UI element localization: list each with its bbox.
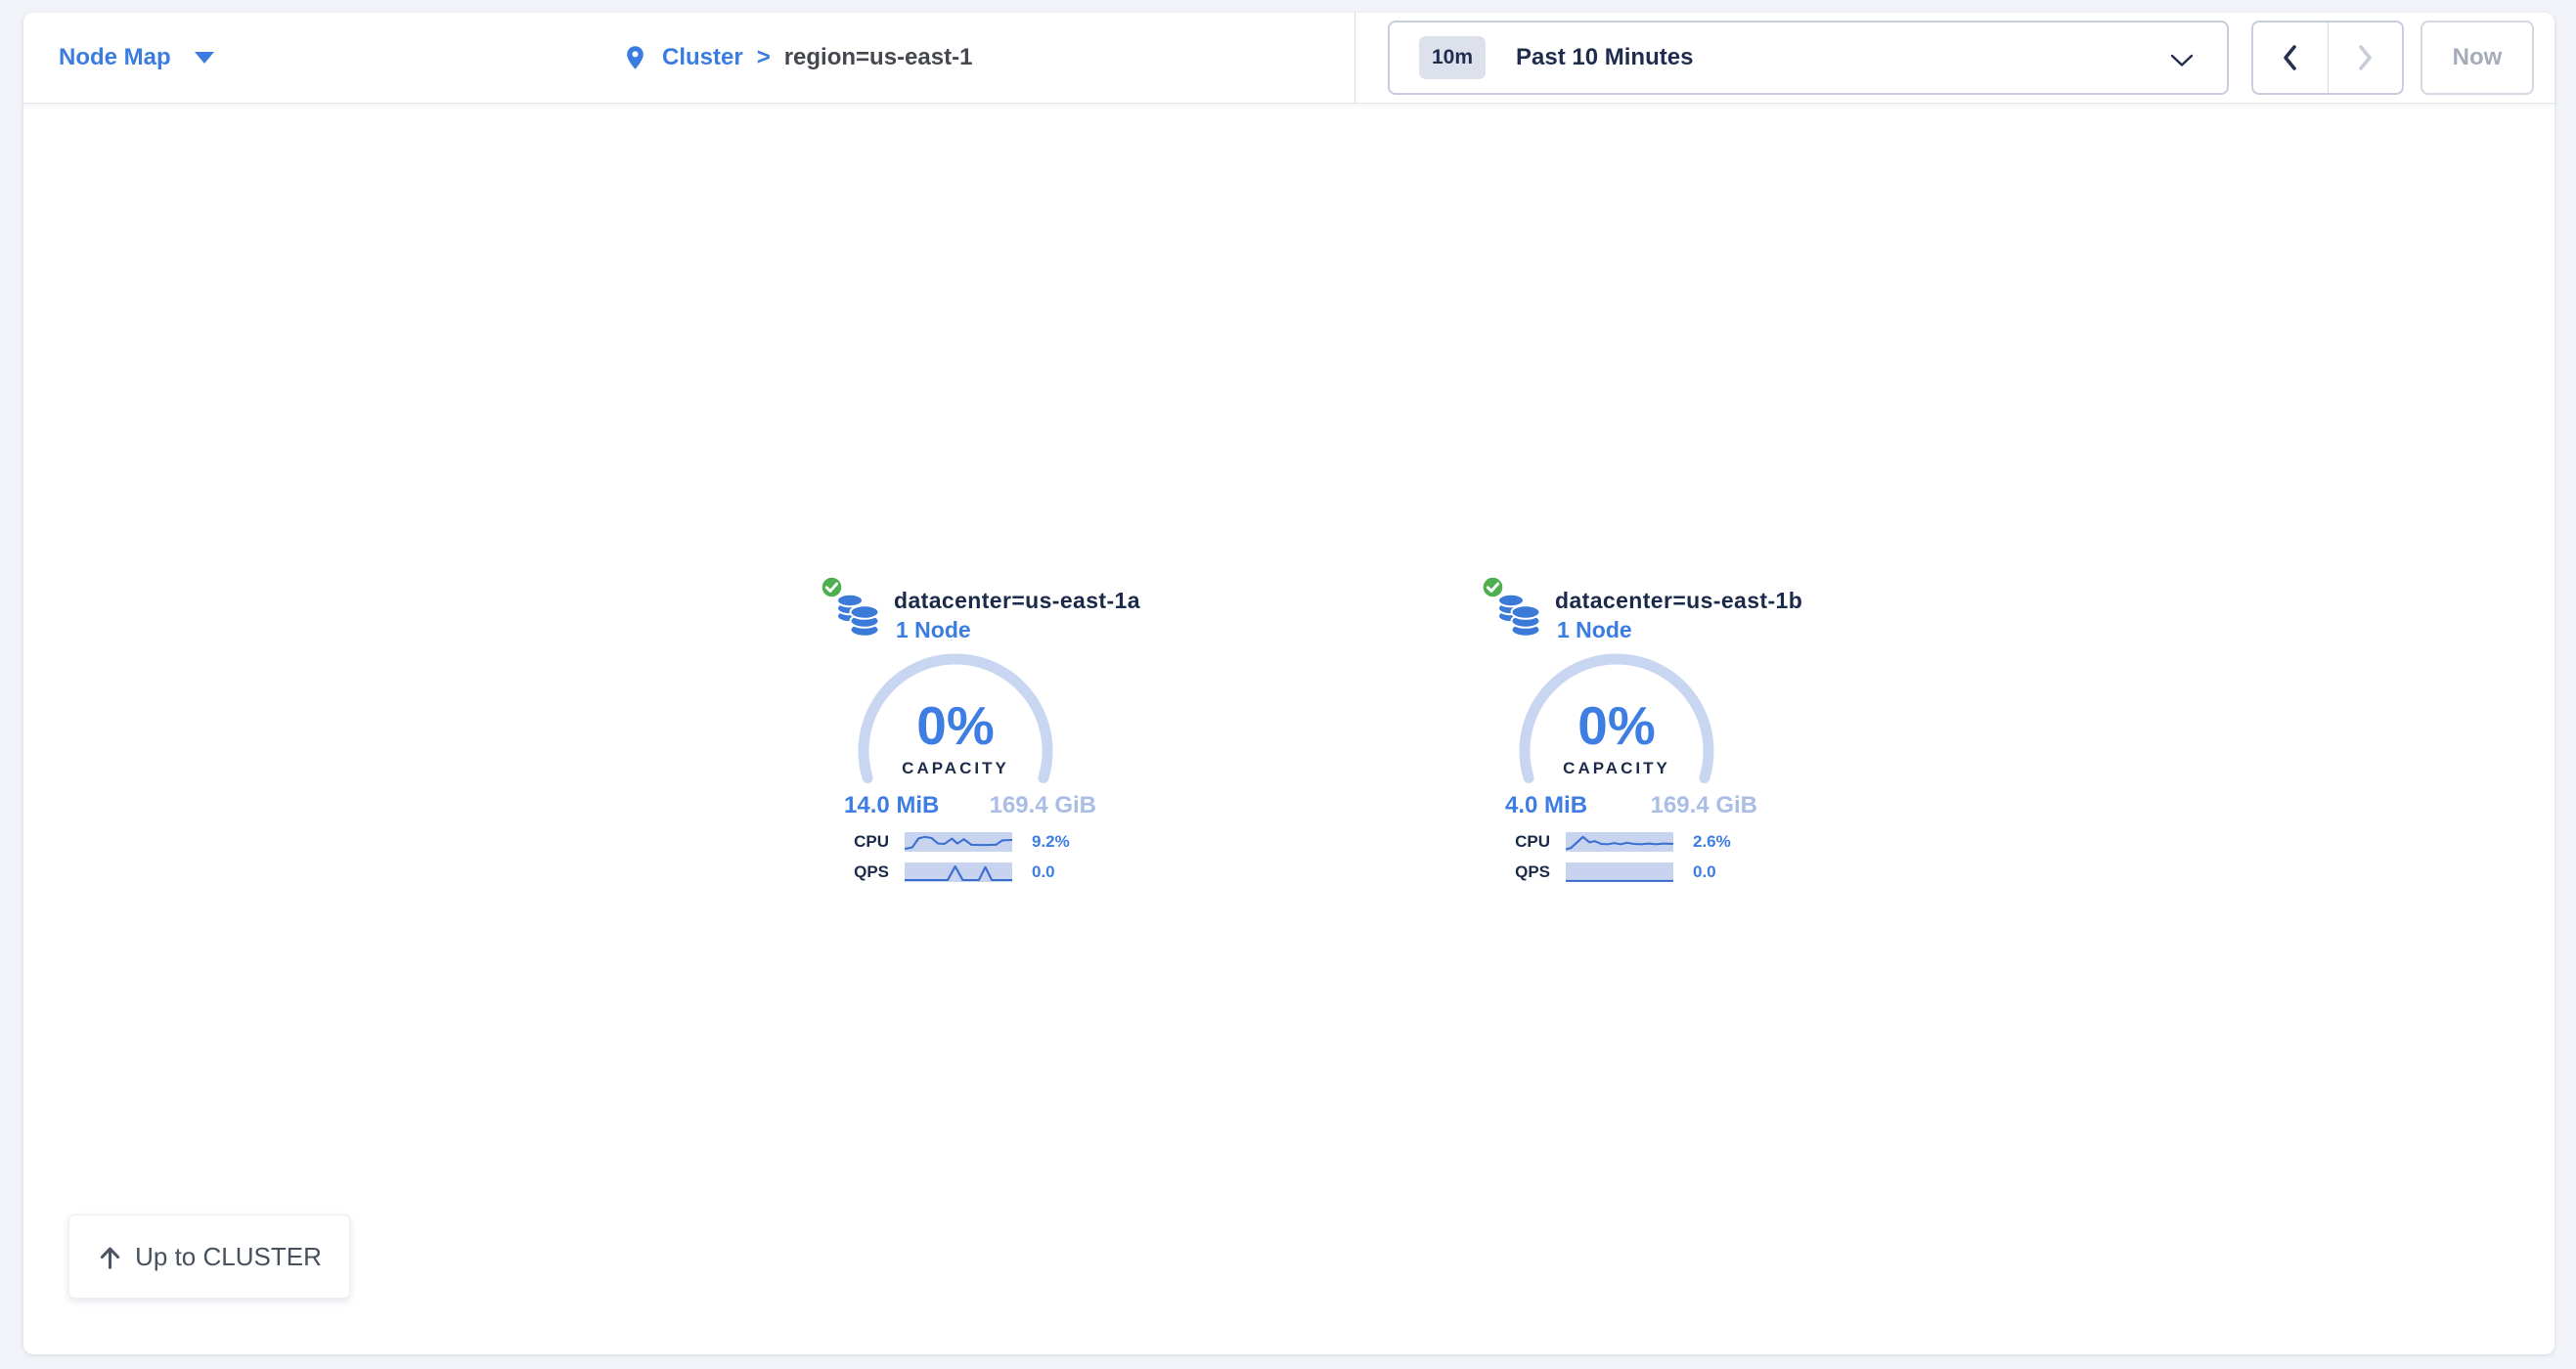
breadcrumb: Cluster > region=us-east-1 xyxy=(622,13,972,103)
time-range-label: Past 10 Minutes xyxy=(1516,44,1693,71)
now-button[interactable]: Now xyxy=(2421,21,2534,95)
time-back-button[interactable] xyxy=(2253,22,2329,93)
caret-down-icon xyxy=(195,52,214,64)
capacity-range: 14.0 MiB 169.4 GiB xyxy=(844,793,1096,818)
health-check-icon xyxy=(1481,575,1505,599)
cpu-label: CPU xyxy=(838,831,889,853)
up-to-cluster-label: Up to CLUSTER xyxy=(135,1242,322,1272)
node-count-link[interactable]: 1 Node xyxy=(1557,617,1632,643)
chevron-left-icon xyxy=(2280,43,2301,72)
time-controls-section: 10m Past 10 Minutes xyxy=(1355,13,2554,103)
breadcrumb-separator: > xyxy=(757,44,771,71)
header-bar: Node Map Cluster > region=us-east-1 10m … xyxy=(23,13,2554,104)
capacity-total: 169.4 GiB xyxy=(990,793,1096,818)
qps-value: 0.0 xyxy=(1693,861,1716,883)
cpu-metric-row: CPU 9.2% xyxy=(838,831,1092,853)
datacenter-card-us-east-1b[interactable]: datacenter=us-east-1b 1 Node 0% CAPACITY… xyxy=(1460,572,1773,912)
time-nav-group xyxy=(2251,21,2404,95)
time-range-badge: 10m xyxy=(1419,36,1486,79)
capacity-total: 169.4 GiB xyxy=(1651,793,1757,818)
capacity-range: 4.0 MiB 169.4 GiB xyxy=(1505,793,1757,818)
view-selector-label: Node Map xyxy=(59,44,171,71)
datacenter-name: datacenter=us-east-1a xyxy=(894,588,1140,614)
capacity-percent: 0% xyxy=(799,699,1112,753)
cpu-value: 9.2% xyxy=(1032,831,1070,853)
datacenter-card-us-east-1a[interactable]: datacenter=us-east-1a 1 Node 0% CAPACITY… xyxy=(799,572,1112,912)
cpu-value: 2.6% xyxy=(1693,831,1731,853)
qps-label: QPS xyxy=(838,861,889,883)
node-map-page: Node Map Cluster > region=us-east-1 10m … xyxy=(0,0,2576,1369)
capacity-percent: 0% xyxy=(1460,699,1773,753)
qps-sparkline xyxy=(1566,862,1673,882)
qps-value: 0.0 xyxy=(1032,861,1055,883)
up-to-cluster-button[interactable]: Up to CLUSTER xyxy=(68,1214,350,1299)
qps-metric-row: QPS 0.0 xyxy=(1499,861,1754,883)
app-panel: Node Map Cluster > region=us-east-1 10m … xyxy=(23,13,2554,1354)
capacity-caption: CAPACITY xyxy=(799,759,1112,778)
breadcrumb-cluster-link[interactable]: Cluster xyxy=(662,44,743,71)
chevron-down-icon xyxy=(2170,54,2194,67)
time-forward-button[interactable] xyxy=(2329,22,2403,93)
datacenter-name: datacenter=us-east-1b xyxy=(1555,588,1802,614)
cpu-metric-row: CPU 2.6% xyxy=(1499,831,1754,853)
qps-metric-row: QPS 0.0 xyxy=(838,861,1092,883)
view-selector-dropdown[interactable]: Node Map xyxy=(59,13,214,103)
now-button-label: Now xyxy=(2453,44,2503,71)
cpu-sparkline xyxy=(1566,832,1673,852)
qps-label: QPS xyxy=(1499,861,1550,883)
cpu-sparkline xyxy=(905,832,1012,852)
location-pin-icon xyxy=(622,41,648,74)
capacity-caption: CAPACITY xyxy=(1460,759,1773,778)
arrow-up-icon xyxy=(97,1244,123,1270)
time-range-select[interactable]: 10m Past 10 Minutes xyxy=(1388,21,2229,95)
breadcrumb-current-region: region=us-east-1 xyxy=(784,44,973,71)
qps-sparkline xyxy=(905,862,1012,882)
capacity-used: 14.0 MiB xyxy=(844,793,939,818)
capacity-used: 4.0 MiB xyxy=(1505,793,1587,818)
health-check-icon xyxy=(820,575,844,599)
node-count-link[interactable]: 1 Node xyxy=(896,617,971,643)
chevron-right-icon xyxy=(2354,43,2376,72)
cpu-label: CPU xyxy=(1499,831,1550,853)
